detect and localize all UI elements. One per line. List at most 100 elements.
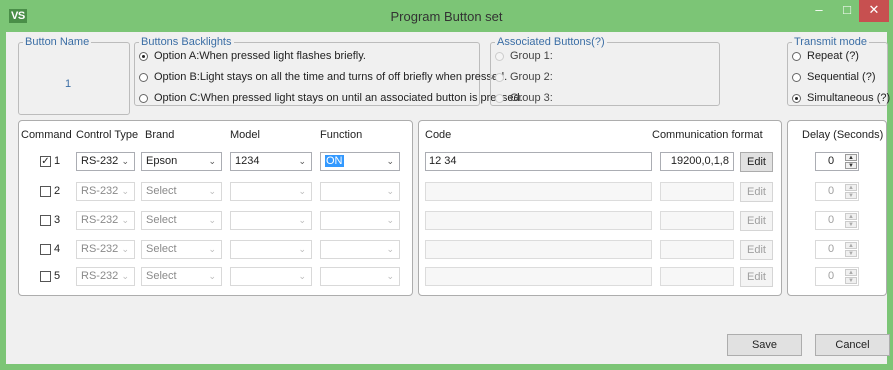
row-2-control-type-select[interactable]: RS-232 ⌄ <box>76 182 135 201</box>
spin-up-icon[interactable]: ▲ <box>845 242 857 249</box>
radio-icon <box>139 72 148 82</box>
row-2-code-input[interactable] <box>425 182 652 201</box>
row-2-delay-spinner[interactable]: 0 ▲ ▼ <box>815 182 859 201</box>
spin-up-icon[interactable]: ▲ <box>845 184 857 191</box>
chevron-down-icon: ⌄ <box>386 271 394 281</box>
row-4-delay-spinner[interactable]: 0 ▲ ▼ <box>815 240 859 259</box>
row-1-delay-value: 0 <box>827 155 835 167</box>
row-2-model-select[interactable]: ⌄ <box>230 182 312 201</box>
row-5-edit-button[interactable]: Edit <box>740 267 773 287</box>
group-1-radio[interactable]: Group 1: <box>495 50 553 62</box>
row-1-edit-button[interactable]: Edit <box>740 152 773 172</box>
header-code: Code <box>425 129 452 141</box>
row-5-number: 5 <box>54 270 61 282</box>
row-1-checkbox[interactable]: ✓ <box>40 156 51 167</box>
chevron-down-icon: ⌄ <box>208 271 216 281</box>
row-4-code-input[interactable] <box>425 240 652 259</box>
chevron-down-icon: ⌄ <box>208 244 216 254</box>
row-4-edit-button[interactable]: Edit <box>740 240 773 260</box>
row-1-delay-spinner[interactable]: 0 ▲ ▼ <box>815 152 859 171</box>
backlight-option-c[interactable]: Option C:When pressed light stays on unt… <box>139 92 523 104</box>
save-button[interactable]: Save <box>727 334 802 356</box>
chevron-down-icon: ⌄ <box>298 244 306 254</box>
spin-up-icon[interactable]: ▲ <box>845 154 857 161</box>
cancel-button[interactable]: Cancel <box>815 334 890 356</box>
transmit-repeat-radio[interactable]: Repeat (?) <box>792 50 859 62</box>
backlight-option-a[interactable]: Option A:When pressed light flashes brie… <box>139 50 366 62</box>
radio-icon <box>792 72 801 82</box>
row-2-edit-button[interactable]: Edit <box>740 182 773 202</box>
chevron-down-icon: ⌄ <box>208 186 216 196</box>
row-2-brand-select[interactable]: Select ⌄ <box>141 182 222 201</box>
row-4-control-type-select[interactable]: RS-232 ⌄ <box>76 240 135 259</box>
backlight-option-b[interactable]: Option B:Light stays on all the time and… <box>139 71 507 83</box>
row-3-function-select[interactable]: ⌄ <box>320 211 400 230</box>
row-5-brand-select[interactable]: Select ⌄ <box>141 267 222 286</box>
row-3-delay-value: 0 <box>827 214 835 226</box>
spin-down-icon[interactable]: ▼ <box>845 162 857 169</box>
transmit-sequential-radio[interactable]: Sequential (?) <box>792 71 876 83</box>
backlight-option-a-label: Option A:When pressed light flashes brie… <box>154 50 366 62</box>
row-2-comm-format-input[interactable] <box>660 182 734 201</box>
spin-up-icon[interactable]: ▲ <box>845 213 857 220</box>
header-communication-format: Communication format <box>652 129 763 141</box>
chevron-down-icon: ⌄ <box>386 215 394 225</box>
spin-down-icon[interactable]: ▼ <box>845 277 857 284</box>
row-1-model-select[interactable]: 1234 ⌄ <box>230 152 312 171</box>
row-5-delay-spinner[interactable]: 0 ▲ ▼ <box>815 267 859 286</box>
row-4-model-select[interactable]: ⌄ <box>230 240 312 259</box>
row-3-brand-select[interactable]: Select ⌄ <box>141 211 222 230</box>
row-5-control-type-select[interactable]: RS-232 ⌄ <box>76 267 135 286</box>
chevron-down-icon: ⌄ <box>208 156 216 166</box>
row-1-function-select[interactable]: ON ⌄ <box>320 152 400 171</box>
chevron-down-icon: ⌄ <box>121 186 129 196</box>
row-5-function-select[interactable]: ⌄ <box>320 267 400 286</box>
minimize-button[interactable]: – <box>805 0 833 22</box>
row-5-comm-format-input[interactable] <box>660 267 734 286</box>
row-2-checkbox[interactable] <box>40 186 51 197</box>
group-2-radio[interactable]: Group 2: <box>495 71 553 83</box>
row-4-comm-format-input[interactable] <box>660 240 734 259</box>
spin-down-icon[interactable]: ▼ <box>845 250 857 257</box>
radio-icon <box>792 51 801 61</box>
header-brand: Brand <box>145 129 175 141</box>
row-4-brand-select[interactable]: Select ⌄ <box>141 240 222 259</box>
backlight-option-b-label: Option B:Light stays on all the time and… <box>154 71 508 83</box>
row-4-checkbox[interactable] <box>40 244 51 255</box>
chevron-down-icon: ⌄ <box>298 215 306 225</box>
header-control-type: Control Type <box>76 129 139 141</box>
close-button[interactable]: ✕ <box>859 0 889 22</box>
spin-up-icon[interactable]: ▲ <box>845 269 857 276</box>
spin-down-icon[interactable]: ▼ <box>845 221 857 228</box>
maximize-button[interactable]: □ <box>833 0 861 22</box>
row-3-comm-format-input[interactable] <box>660 211 734 230</box>
group-3-radio[interactable]: Group 3: <box>495 92 553 104</box>
row-3-checkbox[interactable] <box>40 215 51 226</box>
row-3-delay-spinner[interactable]: 0 ▲ ▼ <box>815 211 859 230</box>
row-1-comm-format-input[interactable]: 19200,0,1,8 <box>660 152 734 171</box>
chevron-down-icon: ⌄ <box>386 186 394 196</box>
row-3-code-input[interactable] <box>425 211 652 230</box>
row-4-number: 4 <box>54 243 61 255</box>
delay-panel: Delay (Seconds) 0 ▲ ▼ 0 ▲ ▼ 0 ▲ ▼ 0 ▲ ▼ … <box>787 120 887 296</box>
header-delay: Delay (Seconds) <box>802 129 884 141</box>
chevron-down-icon: ⌄ <box>298 271 306 281</box>
row-5-code-input[interactable] <box>425 267 652 286</box>
row-1-control-type-select[interactable]: RS-232 ⌄ <box>76 152 135 171</box>
group-1-label: Group 1: <box>510 50 553 62</box>
transmit-simultaneous-radio[interactable]: Simultaneous (?) <box>792 92 890 104</box>
transmit-mode-legend: Transmit mode <box>794 36 867 48</box>
row-1-code-input[interactable]: 12 34 <box>425 152 652 171</box>
group-3-label: Group 3: <box>510 92 553 104</box>
row-3-control-type-select[interactable]: RS-232 ⌄ <box>76 211 135 230</box>
row-5-checkbox[interactable] <box>40 271 51 282</box>
row-3-model-select[interactable]: ⌄ <box>230 211 312 230</box>
row-1-brand-select[interactable]: Epson ⌄ <box>141 152 222 171</box>
row-5-delay-value: 0 <box>827 270 835 282</box>
spin-down-icon[interactable]: ▼ <box>845 192 857 199</box>
row-4-function-select[interactable]: ⌄ <box>320 240 400 259</box>
row-3-edit-button[interactable]: Edit <box>740 211 773 231</box>
transmit-repeat-label: Repeat (?) <box>807 50 859 62</box>
row-2-function-select[interactable]: ⌄ <box>320 182 400 201</box>
row-5-model-select[interactable]: ⌄ <box>230 267 312 286</box>
